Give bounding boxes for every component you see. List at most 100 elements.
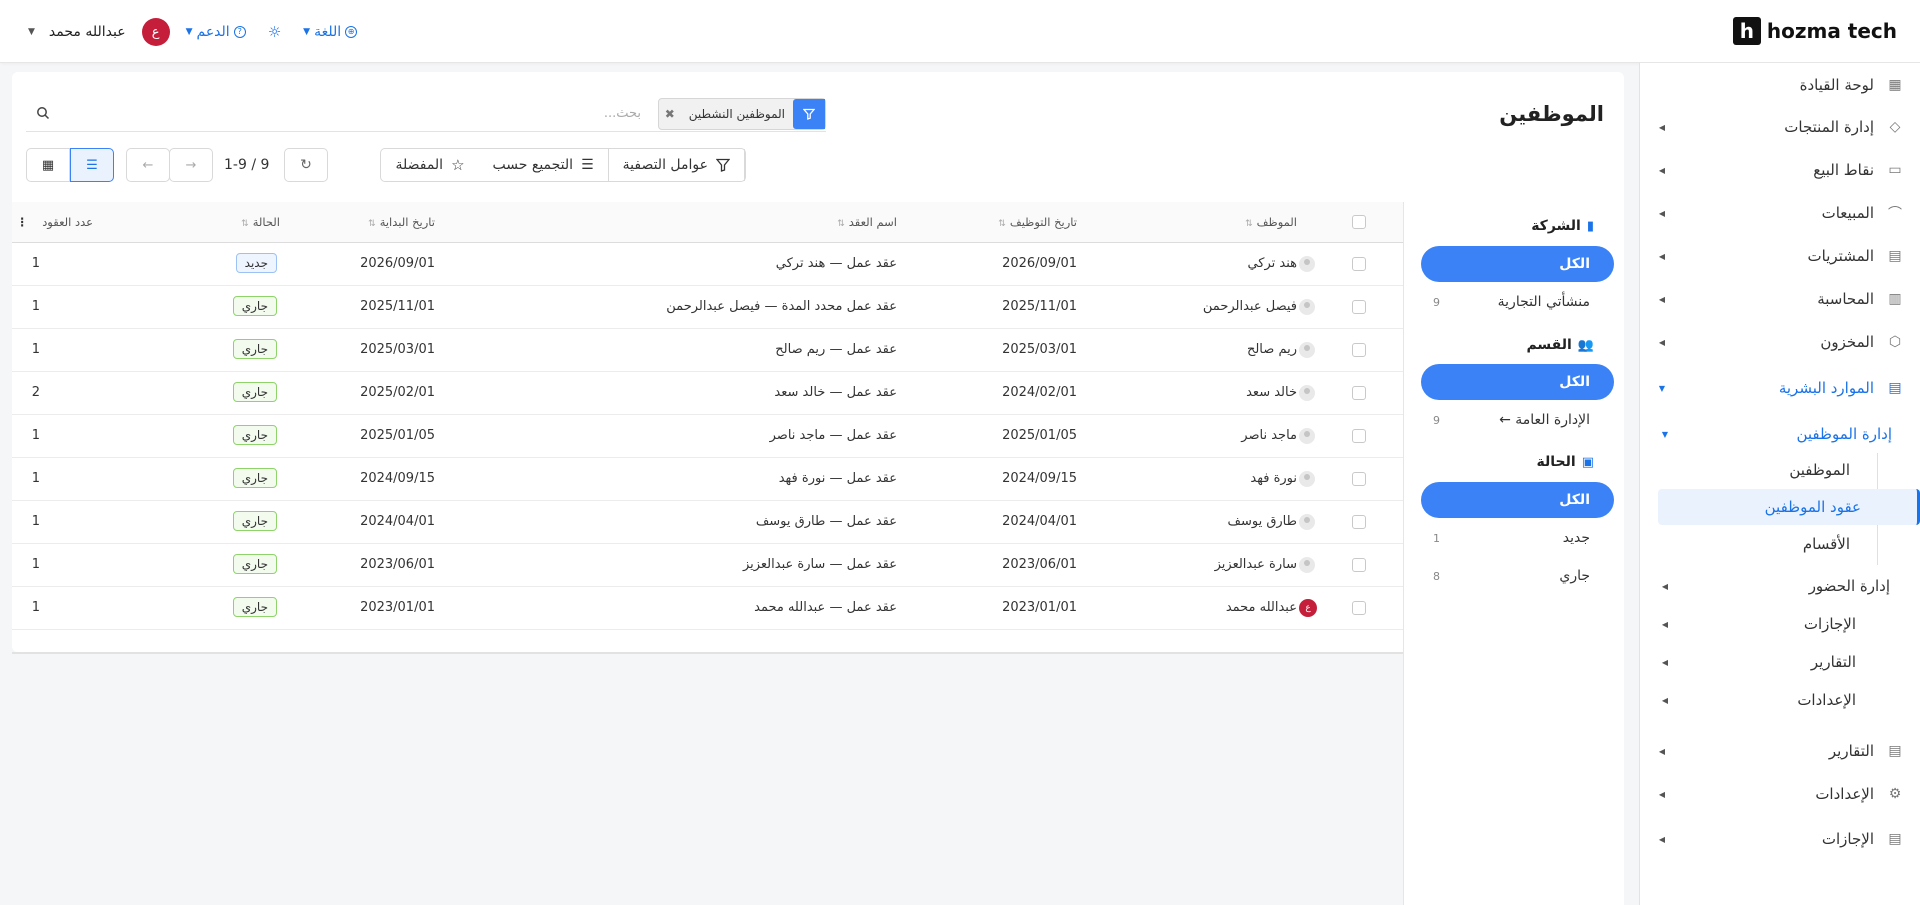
sidebar-item-reports[interactable]: ▤ التقارير ◀ xyxy=(1639,731,1920,771)
expand-arrow-icon[interactable]: ◀ xyxy=(1659,166,1665,175)
facet-item-label: جاري xyxy=(1559,568,1590,584)
column-header-status[interactable]: الحالة⇅ xyxy=(241,215,280,229)
favorites-button[interactable]: ☆ المفضلة xyxy=(381,149,478,181)
refresh-button[interactable]: ↻ xyxy=(284,148,328,182)
collapse-arrow-icon[interactable]: ▼ xyxy=(1662,430,1668,439)
facet-title-label: الشركة xyxy=(1531,218,1581,234)
document-icon: ▤ xyxy=(1888,380,1902,396)
close-icon[interactable]: ✖ xyxy=(659,107,681,121)
cell-hire-date: 2025/03/01 xyxy=(1002,342,1077,357)
next-page-button[interactable]: → xyxy=(169,148,213,182)
row-checkbox[interactable] xyxy=(1352,558,1366,572)
expand-arrow-icon[interactable]: ◀ xyxy=(1659,835,1665,844)
row-checkbox[interactable] xyxy=(1352,300,1366,314)
expand-arrow-icon[interactable]: ◀ xyxy=(1662,620,1668,629)
facet-company-all[interactable]: الكل xyxy=(1421,246,1614,282)
support-menu[interactable]: ▼ الدعم ? xyxy=(186,24,246,40)
row-checkbox[interactable] xyxy=(1352,343,1366,357)
sidebar-subgroup-leaves[interactable]: الإجازات ◀ xyxy=(1648,606,1908,642)
expand-arrow-icon[interactable]: ◀ xyxy=(1659,209,1665,218)
sidebar-item-hr[interactable]: ▤ الموارد البشرية ▼ xyxy=(1639,368,1920,408)
column-header-employee[interactable]: الموظف⇅ xyxy=(1245,215,1297,229)
facet-department-item[interactable]: الإدارة العامة ← 9 xyxy=(1421,405,1614,435)
list-lines-icon: ☰ xyxy=(581,157,594,173)
table-row[interactable]: طارق يوسف 2024/04/01 عقد عمل — طارق يوسف… xyxy=(12,501,1403,544)
sidebar-item-settings[interactable]: ⚙ الإعدادات ◀ xyxy=(1639,774,1920,814)
facet-department-all[interactable]: الكل xyxy=(1421,364,1614,400)
sidebar-item-products[interactable]: ◇ إدارة المنتجات ◀ xyxy=(1639,107,1920,147)
column-header-start-date[interactable]: تاريخ البداية⇅ xyxy=(368,215,435,229)
group-by-button[interactable]: ☰ التجميع حسب xyxy=(479,149,609,181)
expand-arrow-icon[interactable]: ◀ xyxy=(1659,123,1665,132)
sidebar-item-pos[interactable]: ▭ نقاط البيع ◀ xyxy=(1639,150,1920,190)
active-filter-chip[interactable]: الموظفين النشطين ✖ xyxy=(657,98,826,130)
row-checkbox[interactable] xyxy=(1352,515,1366,529)
sidebar-subitem-employees[interactable]: الموظفين xyxy=(1648,452,1908,488)
table-row[interactable]: ماجد ناصر 2025/01/05 عقد عمل — ماجد ناصر… xyxy=(12,415,1403,458)
table-row[interactable]: فيصل عبدالرحمن 2025/11/01 عقد عمل محدد ا… xyxy=(12,286,1403,329)
sidebar-subgroup-attendance[interactable]: إدارة الحضور ◀ xyxy=(1648,568,1908,604)
theme-toggle-icon[interactable]: ☼ xyxy=(268,23,281,41)
table-row[interactable]: نورة فهد 2024/09/15 عقد عمل — نورة فهد 2… xyxy=(12,458,1403,501)
table-row[interactable]: ريم صالح 2025/03/01 عقد عمل — ريم صالح 2… xyxy=(12,329,1403,372)
sidebar-item-purchases[interactable]: ▤ المشتريات ◀ xyxy=(1639,236,1920,276)
table-row[interactable]: سارة عبدالعزيز 2023/06/01 عقد عمل — سارة… xyxy=(12,544,1403,587)
column-header-contract-name[interactable]: اسم العقد⇅ xyxy=(837,215,897,229)
expand-arrow-icon[interactable]: ◀ xyxy=(1659,252,1665,261)
box-icon: ⬡ xyxy=(1888,334,1902,350)
sidebar-item-accounting[interactable]: ▥ المحاسبة ◀ xyxy=(1639,279,1920,319)
status-badge: جاري xyxy=(232,597,277,617)
row-checkbox[interactable] xyxy=(1352,257,1366,271)
facet-status-all[interactable]: الكل xyxy=(1421,482,1614,518)
language-label: اللغة xyxy=(314,24,342,40)
sidebar-subgroup-settings[interactable]: الإعدادات ◀ xyxy=(1648,682,1908,718)
expand-arrow-icon[interactable]: ◀ xyxy=(1662,658,1668,667)
column-header-hire-date[interactable]: تاريخ التوظيف⇅ xyxy=(998,215,1077,229)
column-options-icon[interactable]: ⋮ xyxy=(17,215,29,229)
sidebar-subitem-departments[interactable]: الأقسام xyxy=(1648,526,1908,562)
expand-arrow-icon[interactable]: ◀ xyxy=(1659,790,1665,799)
table-row[interactable]: خالد سعد 2024/02/01 عقد عمل — خالد سعد 2… xyxy=(12,372,1403,415)
expand-arrow-icon[interactable]: ◀ xyxy=(1662,582,1668,591)
sidebar-item-label: نقاط البيع xyxy=(1813,161,1874,179)
search-input[interactable]: بحث... xyxy=(604,106,641,121)
facet-status-item[interactable]: جديد 1 xyxy=(1421,523,1614,553)
row-checkbox[interactable] xyxy=(1352,472,1366,486)
brand-logo[interactable]: h hozma tech xyxy=(1732,17,1897,45)
status-badge: جاري xyxy=(232,339,277,359)
search-bar[interactable]: بحث... الموظفين النشطين ✖ xyxy=(26,96,826,132)
list-view-button[interactable]: ☰ xyxy=(70,148,114,182)
search-icon[interactable] xyxy=(36,106,50,120)
column-label: الموظف xyxy=(1256,215,1297,229)
sidebar-item-sales[interactable]: ⌒ المبيعات ◀ xyxy=(1639,193,1920,233)
column-header-contract-count[interactable]: عدد العقود xyxy=(42,215,93,229)
sidebar-item-inventory[interactable]: ⬡ المخزون ◀ xyxy=(1639,322,1920,362)
expand-arrow-icon[interactable]: ◀ xyxy=(1659,747,1665,756)
sidebar-subitem-contracts[interactable]: عقود الموظفين xyxy=(1658,489,1920,525)
user-avatar[interactable]: ع xyxy=(141,18,170,46)
expand-arrow-icon[interactable]: ◀ xyxy=(1662,696,1668,705)
language-menu[interactable]: ▼ اللغة ⊕ xyxy=(303,24,358,40)
facet-status-item[interactable]: جاري 8 xyxy=(1421,561,1614,591)
chevron-down-icon: ▼ xyxy=(303,27,311,37)
expand-arrow-icon[interactable]: ◀ xyxy=(1659,295,1665,304)
table-row[interactable]: ع عبدالله محمد 2023/01/01 عقد عمل — عبدا… xyxy=(12,587,1403,630)
kanban-view-button[interactable]: ▦ xyxy=(26,148,70,182)
filters-button[interactable]: عوامل التصفية xyxy=(609,149,745,181)
prev-page-button[interactable]: ← xyxy=(126,148,170,182)
row-checkbox[interactable] xyxy=(1352,429,1366,443)
sidebar-subgroup-employees[interactable]: إدارة الموظفين ▼ xyxy=(1648,416,1908,452)
sidebar-item-leaves[interactable]: ▤ الإجازات ◀ xyxy=(1639,819,1920,859)
user-menu-caret-icon[interactable]: ▼ xyxy=(28,27,35,37)
user-name[interactable]: عبدالله محمد xyxy=(49,24,126,40)
sidebar-item-dashboard[interactable]: ▦ لوحة القيادة xyxy=(1639,65,1920,105)
cell-hire-date: 2024/09/15 xyxy=(1002,471,1077,486)
row-checkbox[interactable] xyxy=(1352,386,1366,400)
sidebar-subgroup-reports[interactable]: التقارير ◀ xyxy=(1648,644,1908,680)
table-row[interactable]: هند تركي 2026/09/01 عقد عمل — هند تركي 2… xyxy=(12,243,1403,286)
expand-arrow-icon[interactable]: ◀ xyxy=(1659,338,1665,347)
facet-company-item[interactable]: منشأتي التجارية 9 xyxy=(1421,287,1614,317)
row-checkbox[interactable] xyxy=(1352,601,1366,615)
select-all-checkbox[interactable] xyxy=(1352,215,1366,229)
collapse-arrow-icon[interactable]: ▼ xyxy=(1659,384,1665,393)
